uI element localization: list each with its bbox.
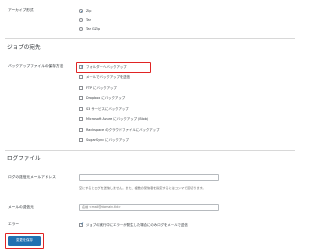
- log-errors-checkbox[interactable]: [79, 222, 84, 229]
- section-divider: [5, 38, 295, 39]
- dest-email-label: メールでバックアップを送信: [86, 75, 131, 79]
- archive-zip-label: Zip: [86, 8, 92, 13]
- dest-s3-label: S3 サービスにバックアップ: [86, 106, 129, 111]
- log-name-input[interactable]: [79, 203, 219, 211]
- dest-azure-checkbox[interactable]: [79, 117, 84, 122]
- destination-heading: ジョブの宛先: [7, 45, 41, 51]
- log-email-description: 空にするとログを送信しません。また、複数の受信者を指定するにはコンマで区切ります…: [79, 185, 206, 190]
- dest-rackspace-checkbox[interactable]: [79, 127, 84, 132]
- log-email-input[interactable]: [79, 174, 219, 181]
- log-errors-text: ジョブの実行中にエラーが発生した場合にのみログをメールで送信: [86, 222, 188, 227]
- dest-dropbox-label: Dropbox にバックアップ: [86, 96, 126, 100]
- section-divider: [5, 150, 295, 151]
- dest-folder-checkbox[interactable]: [79, 65, 84, 71]
- dest-s3-checkbox[interactable]: [79, 106, 84, 111]
- archive-format-label: アーカイブ形式: [8, 8, 34, 12]
- dest-rackspace-label: Rackspace のクラウドファイルにバックアップ: [86, 127, 160, 132]
- archive-tar-label: Tar: [86, 17, 91, 22]
- dest-folder-label: フォルダーへバックアップ: [86, 65, 127, 69]
- dest-sugarsync-label: SugarSync にバックアップ: [86, 138, 129, 142]
- dest-ftp-label: FTP にバックアップ: [86, 85, 117, 90]
- archive-targzip-radio[interactable]: [79, 27, 83, 31]
- archive-zip-radio[interactable]: [79, 9, 83, 13]
- dest-email-checkbox[interactable]: [79, 75, 84, 80]
- archive-tar-radio[interactable]: [79, 18, 83, 22]
- dest-azure-label: Microsoft Azure にバックアップ (Blob): [86, 117, 149, 121]
- dest-dropbox-checkbox[interactable]: [79, 96, 84, 101]
- save-button[interactable]: 変更を保存: [8, 236, 41, 246]
- log-heading: ログファイル: [7, 156, 41, 162]
- log-email-label: ログの送信元メールアドレス: [8, 175, 56, 179]
- dest-ftp-checkbox[interactable]: [79, 85, 84, 90]
- destination-label: バックアップファイルの保存方法: [8, 64, 64, 68]
- log-name-label: メールの送信元: [8, 205, 34, 209]
- dest-sugarsync-checkbox[interactable]: [79, 138, 84, 143]
- archive-targzip-label: Tar GZip: [86, 26, 101, 31]
- log-errors-label: エラー: [8, 222, 20, 226]
